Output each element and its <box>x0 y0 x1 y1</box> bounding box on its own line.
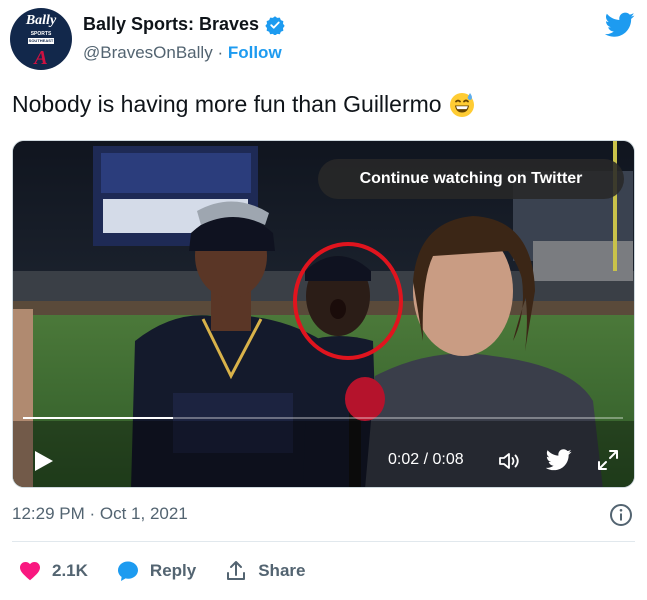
avatar-logo: A <box>34 47 48 69</box>
reply-label: Reply <box>149 561 197 580</box>
handle[interactable]: @BravesOnBally <box>83 43 213 62</box>
progress-fill <box>23 417 173 419</box>
tweet-body: Nobody is having more fun than Guillermo <box>12 90 442 117</box>
separator: · <box>217 43 224 62</box>
volume-icon[interactable] <box>497 449 521 473</box>
verified-badge-icon <box>265 15 285 35</box>
reply-button[interactable]: Reply <box>116 559 196 583</box>
progress-track[interactable] <box>23 417 623 419</box>
like-count: 2.1K <box>52 561 88 580</box>
divider <box>12 541 635 542</box>
avatar-badge: SOUTHEAST <box>28 38 54 44</box>
tweet-timestamp[interactable]: 12:29 PM · Oct 1, 2021 <box>12 504 188 524</box>
share-icon <box>227 561 246 580</box>
like-button[interactable]: 2.1K <box>18 559 88 583</box>
play-icon[interactable] <box>33 449 55 473</box>
twitter-bird-icon[interactable] <box>546 449 572 471</box>
name-row: Bally Sports: Braves <box>83 14 285 35</box>
twitter-bird-icon[interactable] <box>605 12 635 38</box>
tweet-header: Bally SPORTS SOUTHEAST A Bally Sports: B… <box>0 0 647 80</box>
tweet-actions: 2.1K Reply Share <box>18 556 333 586</box>
avatar-sub: SPORTS <box>30 31 52 37</box>
continue-watching-button[interactable]: Continue watching on Twitter <box>318 159 624 199</box>
heart-icon <box>20 562 40 581</box>
share-label: Share <box>258 561 306 580</box>
handle-row: @BravesOnBally · Follow <box>83 43 282 63</box>
video-time: 0:02 / 0:08 <box>388 451 464 468</box>
share-button[interactable]: Share <box>224 559 305 583</box>
info-icon[interactable] <box>609 503 633 527</box>
fullscreen-icon[interactable] <box>596 448 620 472</box>
grinning-sweat-emoji-icon <box>449 93 474 117</box>
display-name[interactable]: Bally Sports: Braves <box>83 14 259 35</box>
avatar-brand: Bally <box>25 13 57 28</box>
avatar[interactable]: Bally SPORTS SOUTHEAST A <box>10 8 72 70</box>
tweet-text: Nobody is having more fun than Guillermo <box>12 90 476 118</box>
follow-button[interactable]: Follow <box>228 43 282 62</box>
reply-bubble-icon <box>117 561 138 581</box>
video-player[interactable]: Continue watching on Twitter 0:02 / 0:08 <box>12 140 635 488</box>
